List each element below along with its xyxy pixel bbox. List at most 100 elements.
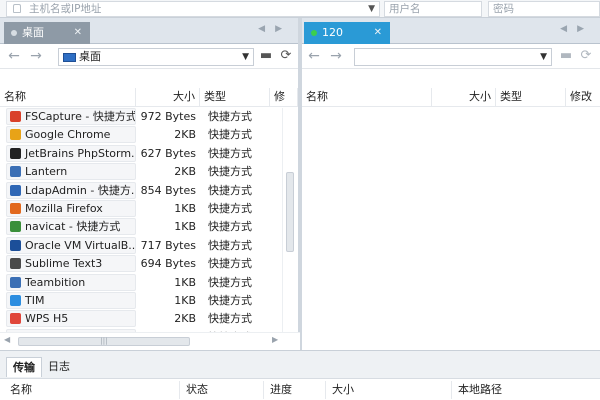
- file-size: 1KB: [174, 275, 196, 289]
- chevron-down-icon[interactable]: ▼: [540, 49, 547, 65]
- file-name-cell[interactable]: Oracle VM VirtualB...: [6, 236, 136, 254]
- file-name: Google Chrome: [25, 128, 111, 142]
- fscapture-icon: [10, 111, 21, 122]
- sublime-icon: [10, 258, 21, 270]
- file-type: 快捷方式: [208, 202, 252, 215]
- file-type: 快捷方式: [208, 312, 252, 326]
- table-row[interactable]: FSCapture - 快捷方式 972 Bytes 快捷方式: [0, 108, 282, 126]
- teambition-icon: [10, 276, 21, 288]
- password-input[interactable]: 密码: [488, 1, 600, 17]
- tab-scroll-arrows[interactable]: ◀▶: [560, 24, 594, 34]
- column-type[interactable]: 类型: [496, 88, 566, 106]
- table-row[interactable]: Google Chrome 2KB 快捷方式: [0, 126, 282, 144]
- forward-arrow-icon[interactable]: →: [28, 48, 44, 64]
- file-type: 快捷方式: [208, 183, 252, 197]
- table-row[interactable]: Sublime Text3 694 Bytes 快捷方式: [0, 255, 282, 273]
- forward-arrow-icon[interactable]: →: [328, 48, 344, 64]
- file-name-cell[interactable]: FSCapture - 快捷方式: [6, 108, 136, 125]
- file-name-cell[interactable]: LdapAdmin - 快捷方...: [6, 181, 136, 199]
- connected-dot-icon: [311, 30, 317, 36]
- scroll-right-icon[interactable]: ▶: [272, 335, 278, 344]
- file-name: Mozilla Firefox: [25, 202, 103, 215]
- file-name: JetBrains PhpStorm...: [25, 146, 136, 160]
- file-name-cell[interactable]: WPS H5: [6, 310, 136, 328]
- transfer-list-header: 名称 状态 进度 大小 本地路径: [0, 378, 600, 400]
- file-name: Lantern: [25, 165, 68, 179]
- table-row[interactable]: TIM 1KB 快捷方式: [0, 292, 282, 310]
- local-pane: 桌面 ✕ ◀▶ ← → 桌面 ▼ ▬ ⟳ 名称 大小 类型 修 FSCaptur…: [0, 18, 298, 350]
- file-type: 快捷方式: [208, 146, 252, 160]
- file-name-cell[interactable]: Lantern: [6, 163, 136, 181]
- remote-path-select[interactable]: ▼: [354, 48, 552, 66]
- column-type[interactable]: 类型: [200, 88, 270, 106]
- remote-toolbar: ← → ▼ ▬ ⟳: [302, 45, 600, 69]
- grip-icon: |||: [100, 337, 108, 345]
- folder-icon[interactable]: ▬: [258, 48, 274, 64]
- table-row[interactable]: JetBrains PhpStorm... 627 Bytes 快捷方式: [0, 144, 282, 163]
- file-name: Sublime Text3: [25, 257, 103, 271]
- file-type: 快捷方式: [208, 128, 252, 142]
- file-list: FSCapture - 快捷方式 972 Bytes 快捷方式 Google Chro…: [0, 108, 282, 350]
- column-modified[interactable]: 修: [270, 88, 298, 106]
- table-row[interactable]: navicat - 快捷方式 1KB 快捷方式: [0, 218, 282, 236]
- tab-remote-120[interactable]: 120 ✕: [304, 22, 390, 44]
- close-icon[interactable]: ✕: [374, 22, 382, 44]
- tab-label: 桌面: [22, 26, 44, 39]
- tim-icon: [10, 295, 21, 306]
- lantern-icon: [10, 166, 21, 178]
- chevron-down-icon[interactable]: ▼: [242, 49, 249, 65]
- file-name-cell[interactable]: Sublime Text3: [6, 255, 136, 273]
- file-name: navicat - 快捷方式: [25, 220, 121, 234]
- file-name-cell[interactable]: Mozilla Firefox: [6, 200, 136, 217]
- column-local-path[interactable]: 本地路径: [452, 381, 600, 399]
- column-progress[interactable]: 进度: [264, 381, 326, 399]
- local-horizontal-scrollbar[interactable]: ◀ ||| ▶: [0, 332, 300, 350]
- vertical-scrollbar[interactable]: [282, 108, 296, 350]
- tab-log[interactable]: 日志: [42, 357, 76, 377]
- path-select[interactable]: 桌面 ▼: [58, 48, 254, 66]
- file-name-cell[interactable]: Teambition: [6, 273, 136, 291]
- file-name-cell[interactable]: TIM: [6, 292, 136, 309]
- folder-icon[interactable]: ▬: [558, 48, 574, 64]
- table-row[interactable]: Oracle VM VirtualB... 717 Bytes 快捷方式: [0, 236, 282, 255]
- tab-transfer[interactable]: 传输: [6, 357, 42, 377]
- file-size: 1KB: [174, 202, 196, 215]
- refresh-icon[interactable]: ⟳: [278, 48, 294, 64]
- table-row[interactable]: Mozilla Firefox 1KB 快捷方式: [0, 200, 282, 218]
- tab-scroll-arrows[interactable]: ◀▶: [258, 24, 292, 34]
- file-name-cell[interactable]: Google Chrome: [6, 126, 136, 144]
- table-row[interactable]: WPS H5 2KB 快捷方式: [0, 310, 282, 328]
- host-dropdown-icon[interactable]: ▼: [368, 2, 375, 16]
- column-modified[interactable]: 修改: [566, 88, 600, 106]
- refresh-icon[interactable]: ⟳: [578, 48, 594, 64]
- tab-desktop[interactable]: 桌面 ✕: [4, 22, 90, 44]
- file-size: 972 Bytes: [140, 110, 196, 123]
- scroll-left-icon[interactable]: ◀: [4, 335, 10, 344]
- table-row[interactable]: LdapAdmin - 快捷方... 854 Bytes 快捷方式: [0, 181, 282, 200]
- file-name-cell[interactable]: JetBrains PhpStorm...: [6, 144, 136, 162]
- file-size: 627 Bytes: [140, 146, 196, 160]
- close-icon[interactable]: ✕: [74, 22, 82, 44]
- column-size[interactable]: 大小: [432, 88, 496, 106]
- remote-pane: 120 ✕ ◀▶ ← → ▼ ▬ ⟳ 名称 大小 类型 修改 ◀ ||| ▶: [302, 18, 600, 368]
- column-name[interactable]: 名称: [302, 88, 432, 106]
- file-size: 2KB: [174, 128, 196, 142]
- file-name-cell[interactable]: navicat - 快捷方式: [6, 218, 136, 236]
- column-size[interactable]: 大小: [136, 88, 200, 106]
- table-row[interactable]: Lantern 2KB 快捷方式: [0, 163, 282, 181]
- back-arrow-icon[interactable]: ←: [6, 48, 22, 64]
- ldapadmin-icon: [10, 184, 21, 196]
- back-arrow-icon[interactable]: ←: [306, 48, 322, 64]
- column-status[interactable]: 状态: [180, 381, 264, 399]
- host-input[interactable]: 主机名或IP地址 ▼: [6, 1, 380, 17]
- host-placeholder: 主机名或IP地址: [29, 3, 102, 15]
- file-size: 1KB: [174, 220, 196, 234]
- file-type: 快捷方式: [208, 220, 252, 234]
- scrollbar-thumb[interactable]: [286, 172, 294, 252]
- column-name[interactable]: 名称: [0, 88, 136, 106]
- file-size: 717 Bytes: [140, 238, 196, 252]
- username-input[interactable]: 用户名: [384, 1, 482, 17]
- column-size[interactable]: 大小: [326, 381, 452, 399]
- column-name[interactable]: 名称: [4, 381, 180, 399]
- table-row[interactable]: Teambition 1KB 快捷方式: [0, 273, 282, 292]
